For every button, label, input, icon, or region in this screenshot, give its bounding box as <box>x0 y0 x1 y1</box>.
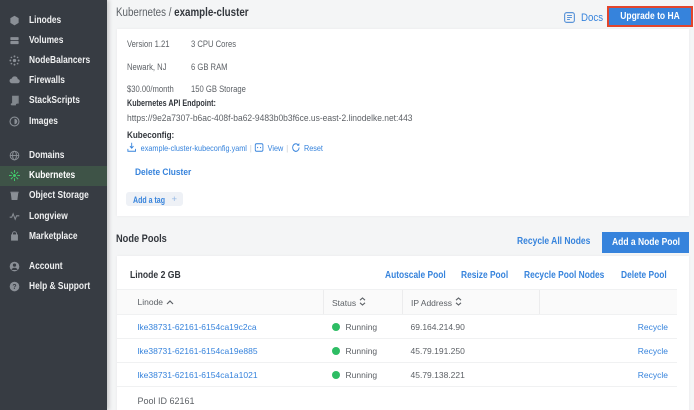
svg-text:?: ? <box>12 284 16 291</box>
